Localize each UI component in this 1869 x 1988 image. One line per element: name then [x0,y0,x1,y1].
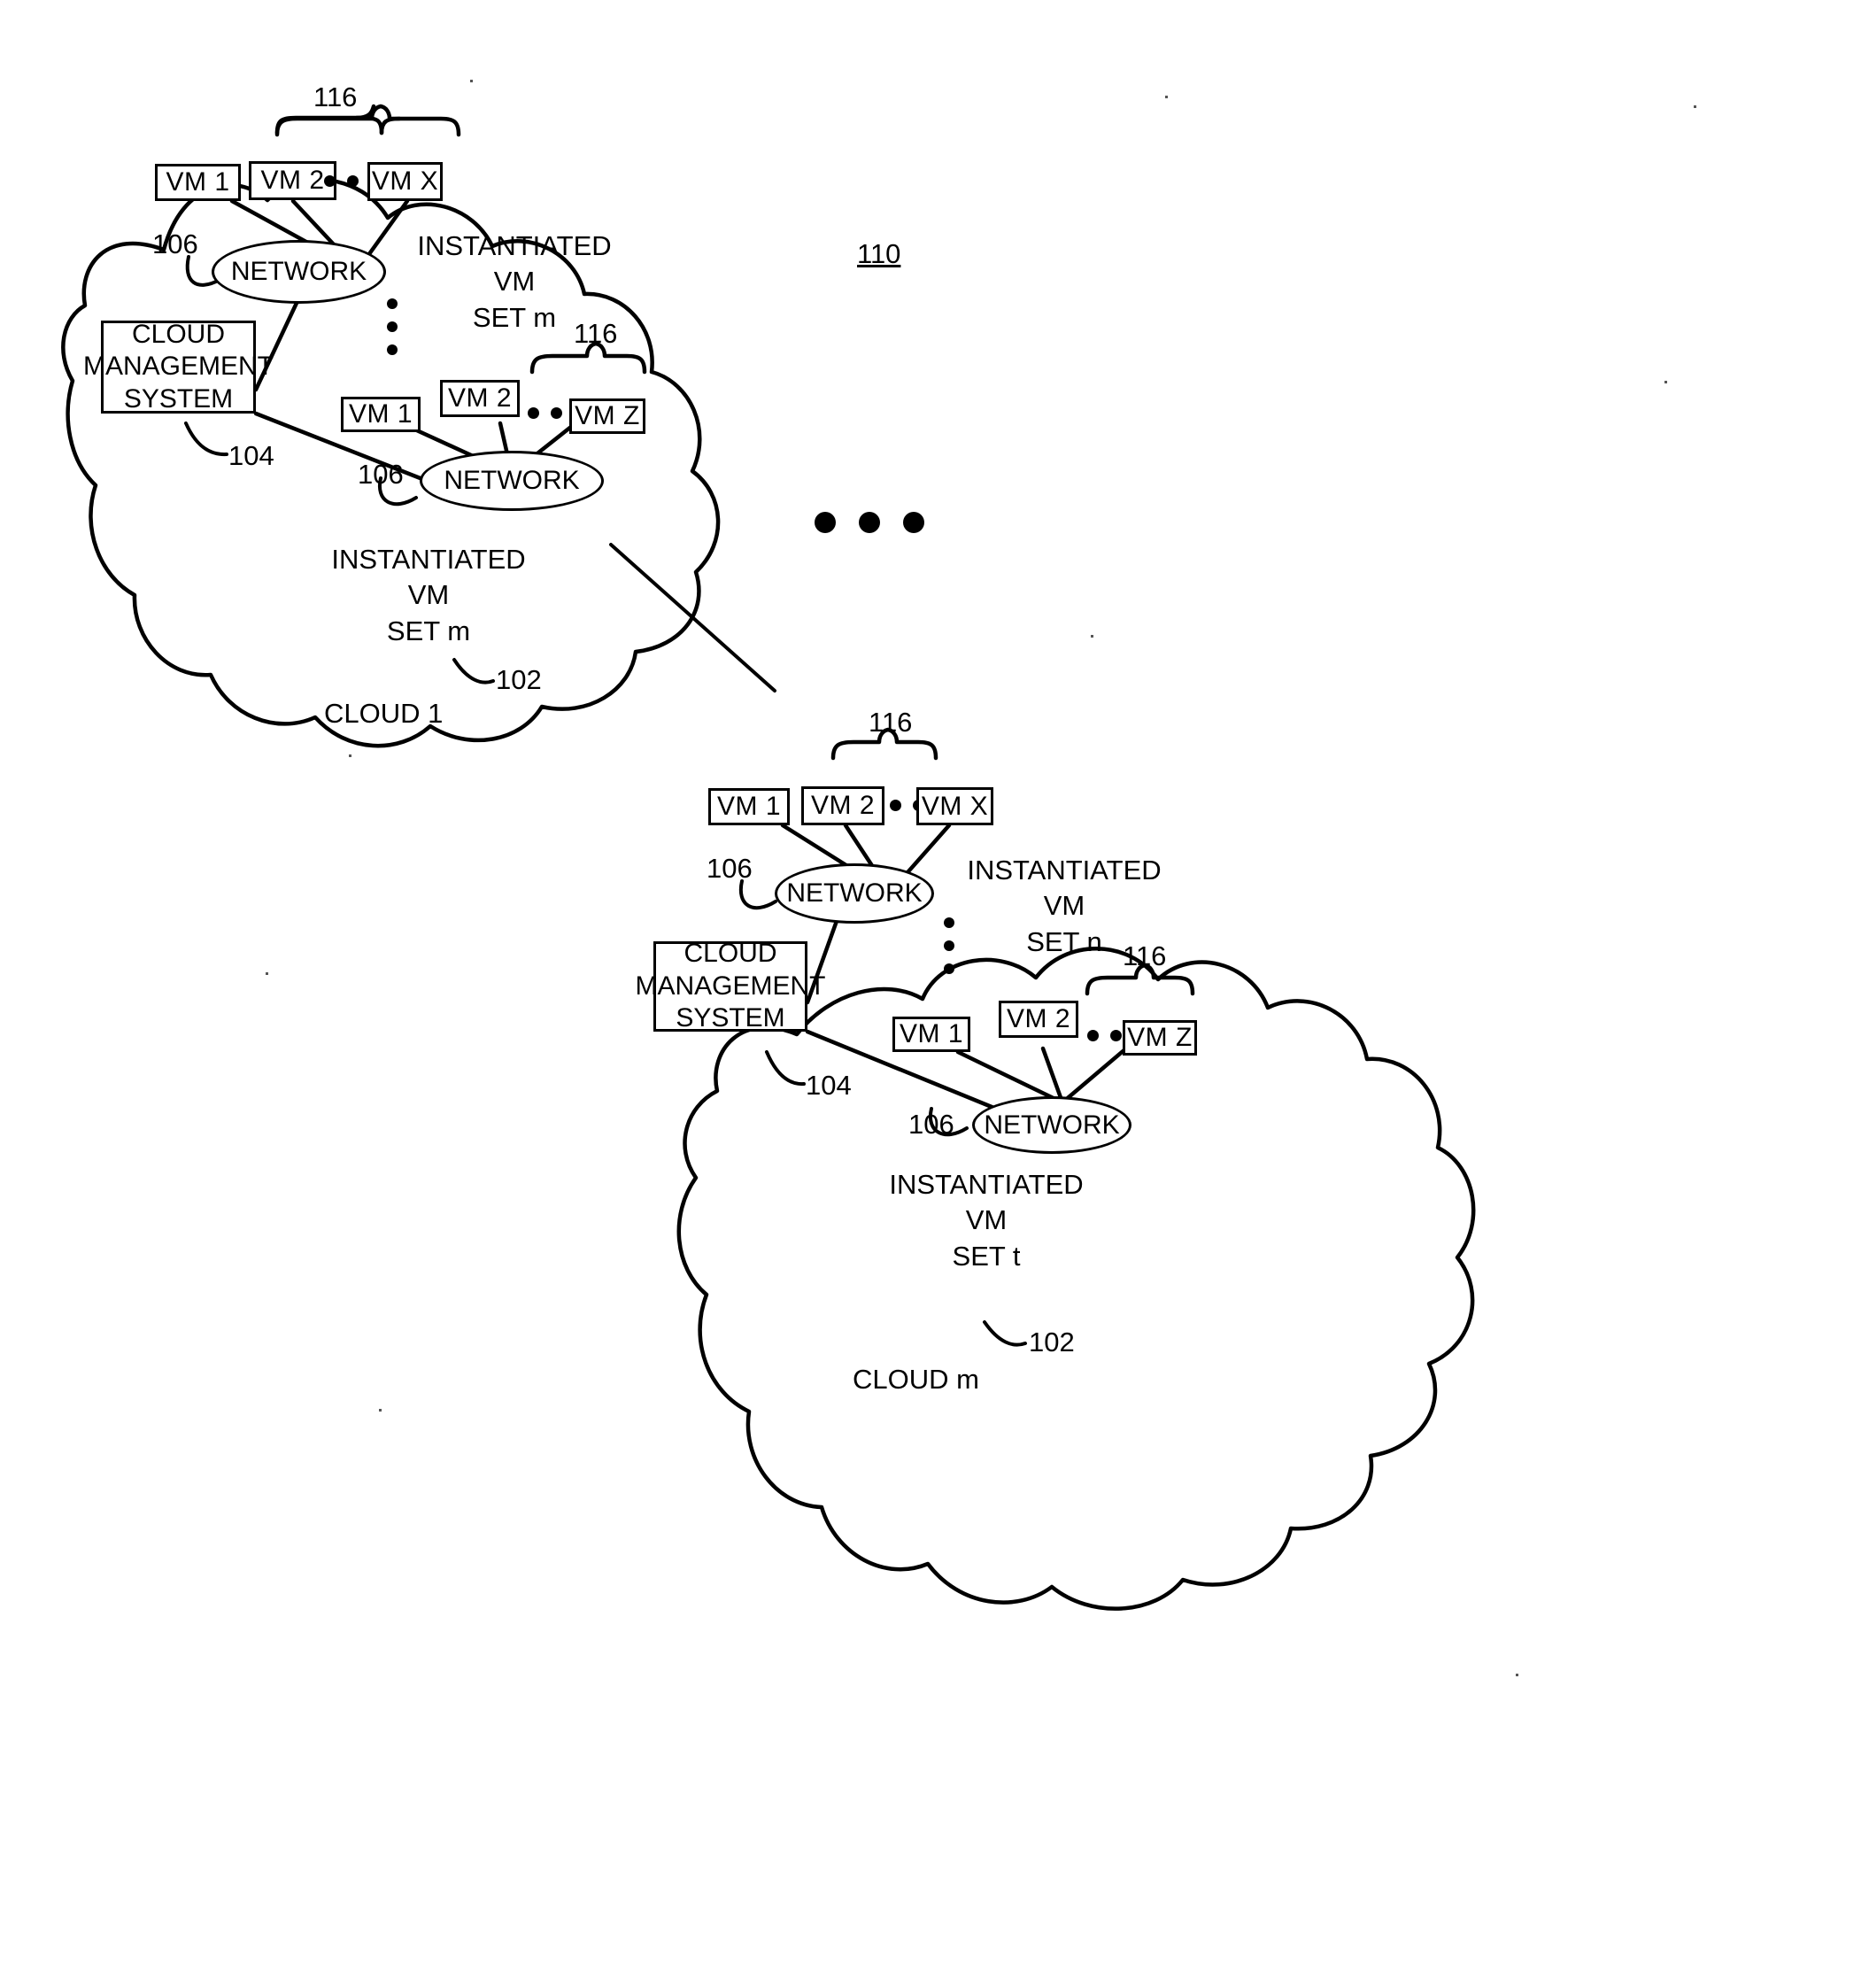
vertical-ellipsis-cloud1 [387,298,398,355]
cms-line-1: CLOUD [683,939,777,969]
reference-numeral-110-system: 110 [857,238,901,269]
connector-vmz-network-cms2 [1060,1046,1129,1105]
vm-set-label-line2: SET m [386,615,471,646]
cloud-management-system-cloud1[interactable]: CLOUD MANAGEMENT SYSTEM [83,319,274,414]
vm-box-cloudm-set1-vm2[interactable]: VM 2 [801,786,884,825]
leader-104-c1 [184,422,228,457]
cms-line-1: CLOUD [131,319,225,349]
reference-numeral-106-cloudm-set1: 106 [707,853,753,884]
scan-speck [266,972,268,975]
reference-numeral-106-cloud1-set1: 106 [152,228,198,259]
vm-box-cloudm-set2-vmz[interactable]: VM Z [1123,1020,1197,1056]
network-oval-cloudm-set1[interactable]: NETWORK [775,863,934,924]
cms-line-3: SYSTEM [123,383,234,414]
vm-set-label-cloudm-set2: INSTANTIATED VM SET t [889,1167,1084,1274]
vm-set-label-line1: INSTANTIATED VM [889,1169,1084,1236]
scan-speck [1091,635,1093,638]
leader-106-cms1 [738,879,777,910]
cms-line-3: SYSTEM [676,1003,785,1033]
vm-box-cloudm-set2-vm1[interactable]: VM 1 [892,1017,970,1052]
vm-set-label-line1: INSTANTIATED VM [417,230,612,298]
reference-numeral-102-cloud1: 102 [496,664,542,695]
vm-box-cloud1-set1-vm1[interactable]: VM 1 [155,164,241,201]
reference-numeral-106-cloud1-set2: 106 [358,459,404,490]
cloud-name-cloud1: CLOUD 1 [324,698,444,729]
inter-cloud-ellipsis [815,512,924,533]
network-oval-cloudm-set2[interactable]: NETWORK [972,1096,1131,1154]
leader-104-cm [765,1050,806,1087]
reference-numeral-106-cloudm-set2: 106 [908,1109,954,1140]
cloud-management-system-cloudm[interactable]: CLOUD MANAGEMENT SYSTEM [636,939,826,1033]
vm-box-cloudm-set1-vm1[interactable]: VM 1 [708,788,790,825]
network-oval-cloud1-set1[interactable]: NETWORK [212,240,386,304]
scan-speck [1165,96,1168,98]
vm-box-cloudm-set2-vm2[interactable]: VM 2 [999,1001,1078,1038]
vm-set-label-line1: INSTANTIATED VM [967,855,1162,922]
vm-box-cloud1-set2-vm2[interactable]: VM 2 [440,380,520,417]
network-oval-cloud1-set2[interactable]: NETWORK [420,451,604,511]
cms-line-2: MANAGEMENT [83,352,274,382]
scan-speck [470,80,473,82]
leader-102-cm [983,1320,1027,1347]
vm-box-cloudm-set1-vmx[interactable]: VM X [916,787,993,825]
scan-speck [349,754,351,757]
leader-102-c1 [452,658,495,685]
cloud-name-cloudm: CLOUD m [853,1364,979,1395]
reference-numeral-116-cloud1-set2: 116 [574,318,618,349]
brace-116-cloud1-set1-alt [274,104,461,137]
vm-set-label-line2: SET t [952,1240,1021,1272]
reference-numeral-102-cloudm: 102 [1029,1327,1075,1358]
reference-numeral-116-cloud1-set1: 116 [313,81,358,112]
cms-line-2: MANAGEMENT [635,971,826,1001]
cloud-interconnect-line [609,543,776,692]
scan-speck [379,1409,382,1412]
vm-box-cloud1-set2-vm1[interactable]: VM 1 [341,397,421,432]
reference-numeral-104-cloud1: 104 [228,440,274,471]
vm-box-cloud1-set1-vmx[interactable]: VM X [367,162,443,201]
vm-set-label-cloud1-set2: INSTANTIATED VM SET m [331,542,526,649]
vm-set-label-line1: INSTANTIATED VM [331,544,526,611]
reference-numeral-104-cloudm: 104 [806,1070,852,1101]
cloud-m-outline [676,947,1476,1611]
vm-box-cloud1-set2-vmz[interactable]: VM Z [569,398,645,434]
scan-speck [1664,381,1667,383]
reference-numeral-116-cloudm-set2: 116 [1123,940,1167,971]
scan-speck [1694,105,1696,108]
patent-figure: 116 VM 1 VM 2 VM X 106 NETWORK INSTANTIA… [0,0,1869,1988]
scan-speck [1516,1674,1518,1676]
reference-numeral-116-cloudm-set1: 116 [869,707,913,738]
vertical-ellipsis-cloudm [944,917,954,974]
